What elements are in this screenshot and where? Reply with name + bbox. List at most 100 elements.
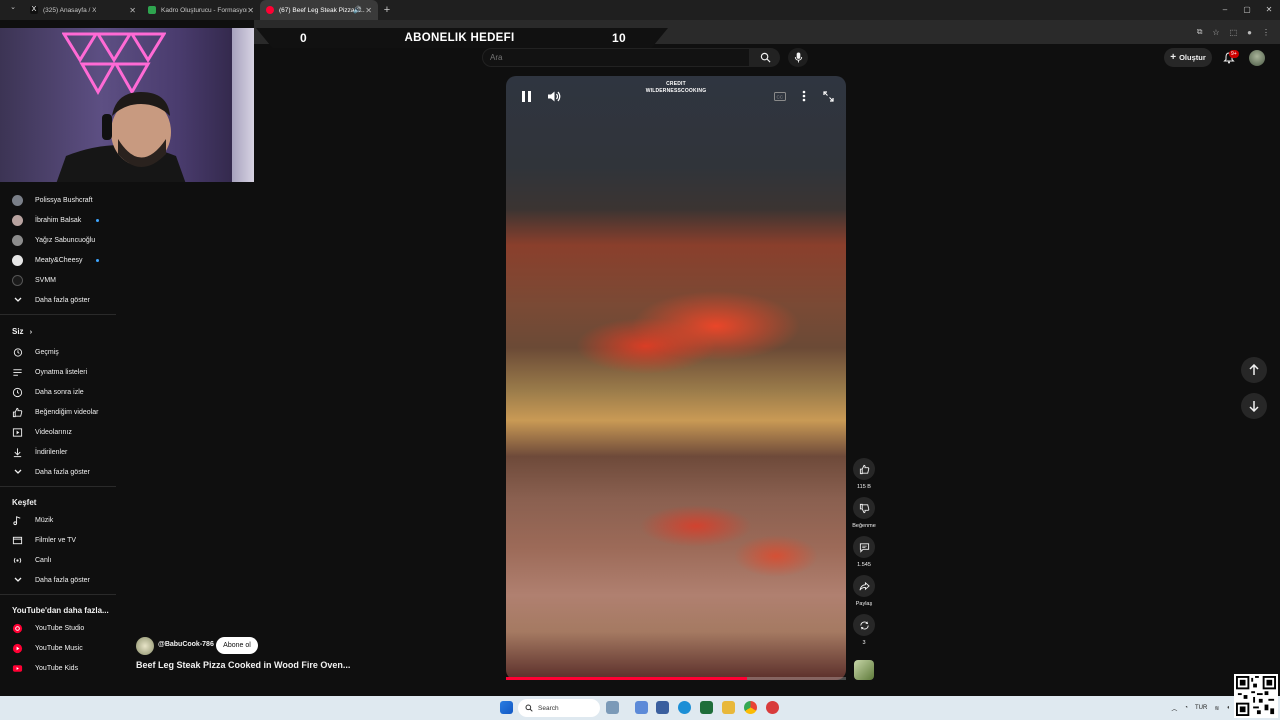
youtube-logo-icon: [266, 6, 274, 14]
share-button[interactable]: [853, 575, 875, 597]
dislike-button[interactable]: [853, 497, 875, 519]
more-options-button[interactable]: [796, 88, 812, 104]
sidebar-item-label: Geçmiş: [35, 348, 59, 356]
sidebar-item-youtube-music[interactable]: YouTube Music: [0, 639, 118, 657]
video-title[interactable]: Beef Leg Steak Pizza Cooked in Wood Fire…: [136, 660, 350, 670]
file-explorer-icon[interactable]: [722, 701, 735, 714]
sidebar-item-youtube-studio[interactable]: YouTube Studio: [0, 619, 118, 637]
like-button[interactable]: [853, 458, 875, 480]
previous-short-button[interactable]: [1241, 357, 1267, 383]
remix-button[interactable]: [853, 614, 875, 636]
window-controls: – ▢ ✕: [1214, 0, 1280, 20]
sidebar-item-playlists[interactable]: Oynatma listeleri: [0, 363, 118, 381]
minimize-button[interactable]: –: [1214, 0, 1236, 20]
close-tab-icon[interactable]: ✕: [129, 6, 136, 15]
music-icon: [12, 515, 23, 526]
bookmark-star-icon[interactable]: ☆: [1212, 28, 1219, 37]
subscribe-button[interactable]: Abone ol: [216, 637, 258, 654]
store-icon[interactable]: [700, 701, 713, 714]
pause-button[interactable]: [518, 88, 534, 104]
sidebar-item-your-videos[interactable]: Videolarınız: [0, 423, 118, 441]
search-button[interactable]: [750, 48, 780, 67]
create-button[interactable]: + Oluştur: [1164, 48, 1212, 67]
close-tab-icon[interactable]: ✕: [247, 6, 254, 15]
tab-label: Kadro Oluşturucu - Formasyon...: [161, 6, 247, 14]
dislike-label: Beğenme: [852, 523, 876, 529]
new-tab-button[interactable]: +: [378, 4, 396, 16]
sidebar-channel-meaty[interactable]: Meaty&Cheesy: [0, 251, 118, 269]
voice-search-button[interactable]: [788, 48, 808, 67]
youtube-music-icon: [12, 643, 23, 654]
channel-avatar[interactable]: [136, 637, 154, 655]
sidebar-item-movies[interactable]: Filmler ve TV: [0, 531, 118, 549]
sidebar-item-history[interactable]: Geçmiş: [0, 343, 118, 361]
video-progress-bar[interactable]: [506, 677, 846, 680]
remix-count: 3: [862, 640, 866, 646]
widgets-icon[interactable]: [606, 701, 619, 714]
audio-playing-icon[interactable]: 🔊: [353, 6, 362, 14]
sidebar-channel-yagiz[interactable]: Yağız Sabuncuoğlu: [0, 231, 118, 249]
webcam-overlay: [0, 28, 254, 182]
sidebar-you-more[interactable]: Daha fazla göster: [0, 463, 118, 481]
task-view-icon[interactable]: [656, 701, 669, 714]
close-window-button[interactable]: ✕: [1258, 0, 1280, 20]
close-tab-icon[interactable]: ✕: [365, 6, 372, 15]
speaker-icon[interactable]: ◖: [1226, 705, 1230, 711]
sidebar-channel-ibrahim[interactable]: İbrahim Balsak: [0, 211, 118, 229]
fullscreen-button[interactable]: [820, 88, 836, 104]
pause-icon: [521, 90, 531, 102]
install-app-icon[interactable]: ⧉: [1197, 27, 1203, 37]
sidebar-channel-svmm[interactable]: SVMM: [0, 271, 118, 289]
sound-thumbnail[interactable]: [854, 660, 874, 680]
wifi-icon[interactable]: ≋: [1214, 705, 1219, 712]
browser-tab-youtube[interactable]: (67) Beef Leg Steak Pizza C... 🔊 ✕: [260, 0, 378, 20]
chevron-down-icon: [12, 575, 23, 586]
download-icon: [12, 447, 23, 458]
channel-handle[interactable]: @BabuCook-786: [158, 641, 214, 648]
search-input[interactable]: [482, 48, 750, 67]
extensions-icon[interactable]: ⬚: [1230, 28, 1238, 37]
shorts-video-player[interactable]: CREDIT WILDERNESSCOOKING CC: [506, 76, 846, 680]
arrow-down-icon: [1249, 401, 1259, 412]
history-icon: [12, 347, 23, 358]
network-icon[interactable]: ◔: [1184, 705, 1188, 711]
app-icon[interactable]: [766, 701, 779, 714]
copilot-icon[interactable]: [635, 701, 648, 714]
volume-button[interactable]: [546, 88, 562, 104]
taskbar-search[interactable]: Search: [518, 699, 600, 717]
channel-name: Polissya Bushcraft: [35, 196, 93, 204]
tray-chevron-up-icon[interactable]: ︿: [1171, 704, 1177, 713]
profile-icon[interactable]: ●: [1247, 28, 1252, 37]
sidebar-item-label: Müzik: [35, 516, 54, 524]
tab-list-icon[interactable]: ⌄: [4, 3, 22, 17]
windows-start-icon[interactable]: [500, 701, 513, 714]
next-short-button[interactable]: [1241, 393, 1267, 419]
comments-button[interactable]: [853, 536, 875, 558]
account-avatar[interactable]: [1249, 50, 1265, 66]
goal-current-value: 0: [300, 31, 307, 45]
sidebar-item-downloads[interactable]: İndirilenler: [0, 443, 118, 461]
edge-browser-icon[interactable]: [678, 701, 691, 714]
tray-language[interactable]: TUR: [1195, 705, 1207, 711]
sidebar-item-live[interactable]: Canlı: [0, 551, 118, 569]
sidebar-item-watch-later[interactable]: Daha sonra izle: [0, 383, 118, 401]
sidebar-channel-polissya[interactable]: Polissya Bushcraft: [0, 191, 118, 209]
sidebar-item-music[interactable]: Müzik: [0, 511, 118, 529]
microphone-icon: [794, 52, 802, 63]
browser-tab-x[interactable]: X (325) Anasayfa / X ✕: [24, 0, 142, 20]
sidebar-explore-more[interactable]: Daha fazla göster: [0, 571, 118, 589]
streamer-figure: [56, 92, 186, 182]
sidebar-item-youtube-kids[interactable]: YouTube Kids: [0, 659, 118, 677]
sidebar-channels-more[interactable]: Daha fazla göster: [0, 291, 118, 309]
browser-tab-kadro[interactable]: Kadro Oluşturucu - Formasyon... ✕: [142, 0, 260, 20]
maximize-button[interactable]: ▢: [1236, 0, 1258, 20]
sheet-icon: [148, 6, 156, 14]
share-label: Paylaş: [855, 601, 873, 607]
browser-menu-icon[interactable]: ⋮: [1262, 28, 1270, 37]
share-icon: [858, 581, 870, 590]
captions-button[interactable]: CC: [772, 88, 788, 104]
sidebar-item-liked-videos[interactable]: Beğendiğim videolar: [0, 403, 118, 421]
chrome-icon[interactable]: [744, 701, 757, 714]
you-section-heading[interactable]: Siz ›: [12, 327, 32, 336]
new-content-dot: [96, 218, 99, 222]
